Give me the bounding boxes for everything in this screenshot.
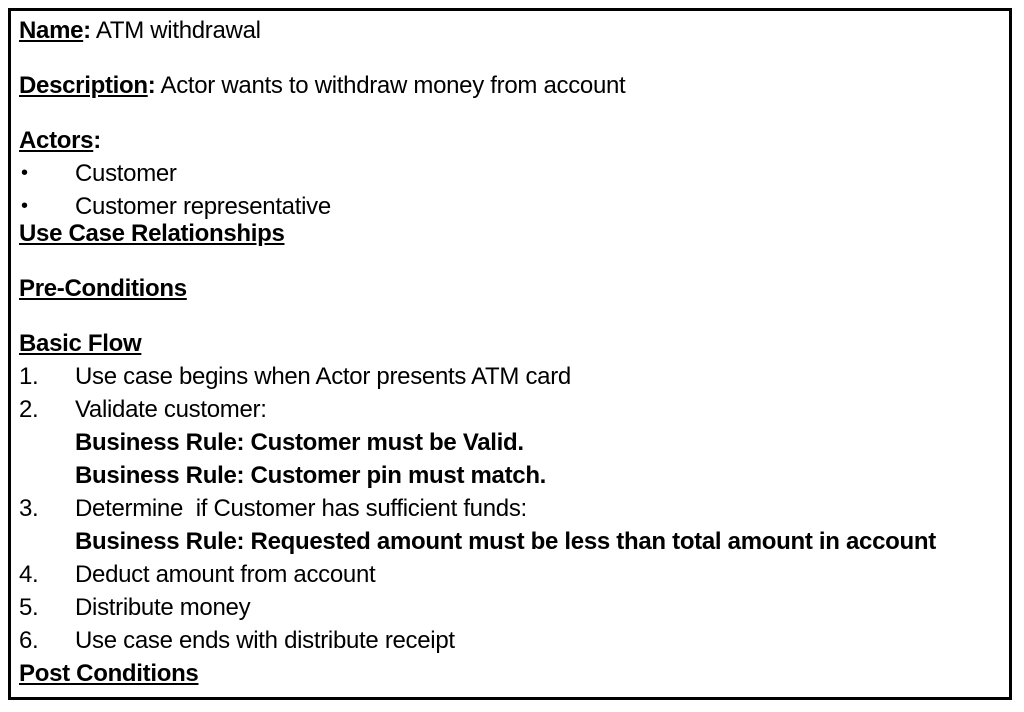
- actor-item-text: Customer representative: [75, 193, 331, 220]
- flow-step: 4. Deduct amount from account: [19, 558, 1009, 591]
- name-value: ATM withdrawal: [90, 17, 261, 44]
- description-row: Description: Actor wants to withdraw mon…: [19, 69, 1009, 102]
- actors-separator: :: [93, 127, 101, 154]
- step-text: Distribute money: [75, 594, 251, 621]
- business-rule: Business Rule: Customer pin must match.: [75, 462, 547, 489]
- step-text: Deduct amount from account: [75, 561, 376, 588]
- bullet-icon: •: [21, 195, 28, 217]
- business-rule: Business Rule: Requested amount must be …: [75, 528, 936, 555]
- step-number: 6.: [19, 627, 39, 654]
- step-number: 2.: [19, 396, 39, 423]
- name-row: Name: ATM withdrawal: [19, 14, 1009, 47]
- actors-label: Actors: [19, 127, 94, 154]
- flow-step: 6. Use case ends with distribute receipt: [19, 624, 1009, 657]
- step-number: 1.: [19, 363, 39, 390]
- pre-conditions-heading: Pre-Conditions: [19, 275, 187, 302]
- description-value: Actor wants to withdraw money from accou…: [155, 72, 626, 99]
- flow-step: 5. Distribute money: [19, 591, 1009, 624]
- actor-item: • Customer representative: [19, 190, 1009, 223]
- step-number: 4.: [19, 561, 39, 588]
- actor-item-text: Customer: [75, 160, 177, 187]
- step-text: Use case ends with distribute receipt: [75, 627, 455, 654]
- step-number: 5.: [19, 594, 39, 621]
- step-text: Determine if Customer has sufficient fun…: [75, 495, 527, 522]
- use-case-document: Name: ATM withdrawal Description: Actor …: [19, 14, 1009, 690]
- flow-step: 2. Validate customer:: [19, 393, 1009, 426]
- post-conditions-heading: Post Conditions: [19, 660, 199, 687]
- step-text: Validate customer:: [75, 396, 267, 423]
- flow-step: 3. Determine if Customer has sufficient f…: [19, 492, 1009, 525]
- actor-item: • Customer: [19, 157, 1009, 190]
- step-number: 3.: [19, 495, 39, 522]
- actors-heading-row: Actors:: [19, 124, 1009, 157]
- flow-step: 1. Use case begins when Actor presents AT…: [19, 360, 1009, 393]
- name-separator: :: [83, 17, 91, 44]
- description-label: Description: [19, 72, 148, 99]
- basic-flow-heading: Basic Flow: [19, 330, 142, 357]
- name-label: Name: [19, 17, 84, 44]
- bullet-icon: •: [21, 162, 28, 184]
- business-rule: Business Rule: Customer must be Valid.: [75, 429, 524, 456]
- step-text: Use case begins when Actor presents ATM …: [75, 363, 571, 390]
